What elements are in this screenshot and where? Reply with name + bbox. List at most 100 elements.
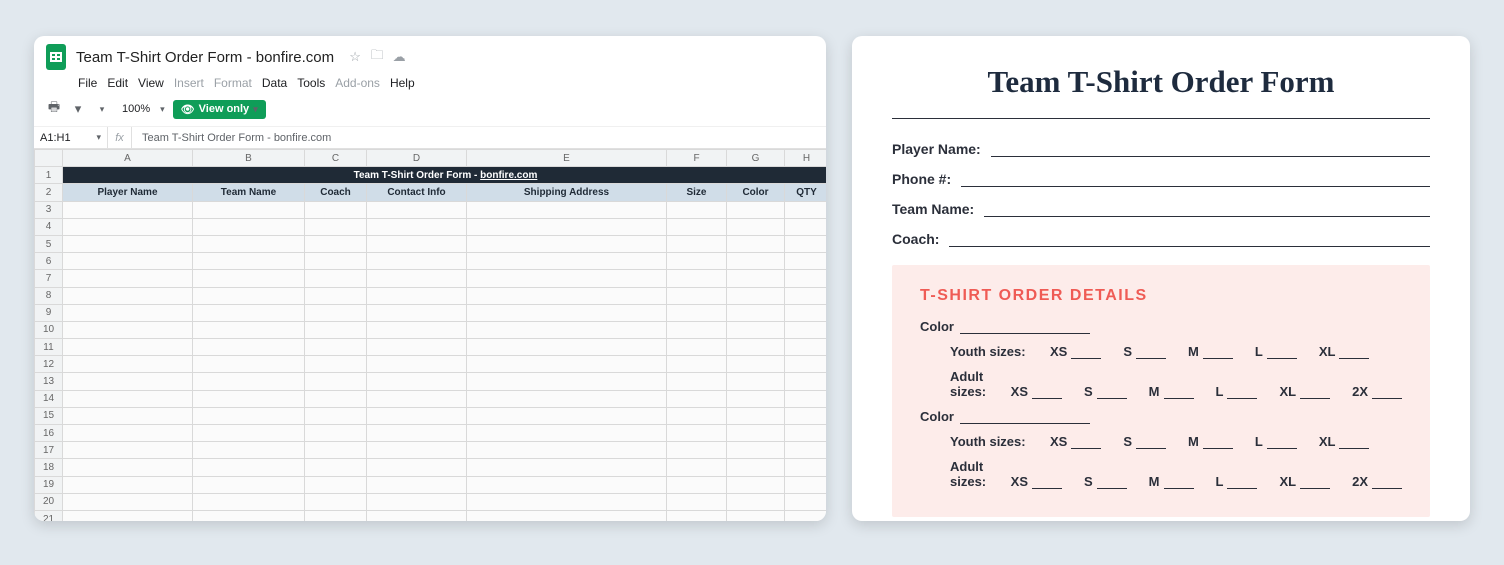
cell[interactable]: [305, 390, 367, 407]
cell[interactable]: [193, 356, 305, 373]
row-header-2[interactable]: 2: [35, 184, 63, 201]
cell[interactable]: [63, 235, 193, 252]
cell[interactable]: [667, 201, 727, 218]
cell[interactable]: [367, 287, 467, 304]
size-blank[interactable]: [1267, 347, 1297, 359]
cell[interactable]: [667, 356, 727, 373]
cell[interactable]: [785, 390, 827, 407]
size-blank[interactable]: [1032, 387, 1062, 399]
cell[interactable]: [193, 390, 305, 407]
menu-insert[interactable]: Insert: [174, 76, 204, 90]
row-header-13[interactable]: 13: [35, 373, 63, 390]
size-blank[interactable]: [1136, 347, 1166, 359]
star-icon[interactable]: ☆: [348, 50, 362, 64]
cell[interactable]: [467, 235, 667, 252]
print-icon[interactable]: 🖶: [46, 98, 62, 120]
col-header-E[interactable]: E: [467, 150, 667, 167]
column-header-7[interactable]: QTY: [785, 184, 827, 201]
row-header-10[interactable]: 10: [35, 321, 63, 338]
size-blank[interactable]: [1203, 347, 1233, 359]
cell[interactable]: [785, 493, 827, 510]
column-header-6[interactable]: Color: [727, 184, 785, 201]
field-line[interactable]: [961, 173, 1430, 187]
row-header-15[interactable]: 15: [35, 407, 63, 424]
cell[interactable]: [63, 373, 193, 390]
menu-file[interactable]: File: [78, 76, 97, 90]
cell[interactable]: [193, 459, 305, 476]
cell[interactable]: [785, 476, 827, 493]
cell[interactable]: [63, 218, 193, 235]
row-header-11[interactable]: 11: [35, 339, 63, 356]
cell[interactable]: [305, 442, 367, 459]
cell[interactable]: [63, 425, 193, 442]
col-header-B[interactable]: B: [193, 150, 305, 167]
menu-format[interactable]: Format: [214, 76, 252, 90]
size-blank[interactable]: [1071, 347, 1101, 359]
cell[interactable]: [63, 510, 193, 521]
cell[interactable]: [467, 459, 667, 476]
cell[interactable]: [667, 218, 727, 235]
size-blank[interactable]: [1372, 477, 1402, 489]
size-blank[interactable]: [1071, 437, 1101, 449]
cell[interactable]: [667, 425, 727, 442]
cell[interactable]: [305, 218, 367, 235]
cell[interactable]: [727, 493, 785, 510]
cell[interactable]: [467, 407, 667, 424]
cell[interactable]: [193, 442, 305, 459]
cell[interactable]: [467, 321, 667, 338]
cell[interactable]: [467, 425, 667, 442]
row-header-9[interactable]: 9: [35, 304, 63, 321]
cell[interactable]: [367, 304, 467, 321]
cell[interactable]: [367, 201, 467, 218]
cell[interactable]: [193, 510, 305, 521]
zoom-level[interactable]: 100%: [122, 103, 150, 115]
row-header-20[interactable]: 20: [35, 493, 63, 510]
cell[interactable]: [727, 235, 785, 252]
menu-tools[interactable]: Tools: [297, 76, 325, 90]
spreadsheet-grid[interactable]: ABCDEFGH1Team T-Shirt Order Form - bonfi…: [34, 149, 826, 521]
col-header-D[interactable]: D: [367, 150, 467, 167]
cell[interactable]: [367, 459, 467, 476]
size-blank[interactable]: [1227, 387, 1257, 399]
cell[interactable]: [467, 304, 667, 321]
cell[interactable]: [727, 304, 785, 321]
cell[interactable]: [63, 356, 193, 373]
column-header-5[interactable]: Size: [667, 184, 727, 201]
cell[interactable]: [367, 510, 467, 521]
cell[interactable]: [305, 373, 367, 390]
name-box-dropdown-icon[interactable]: ▾: [96, 132, 101, 143]
column-header-4[interactable]: Shipping Address: [467, 184, 667, 201]
cell[interactable]: [63, 321, 193, 338]
cell[interactable]: [367, 407, 467, 424]
cell[interactable]: [305, 510, 367, 521]
col-header-F[interactable]: F: [667, 150, 727, 167]
cell[interactable]: [467, 253, 667, 270]
cell[interactable]: [667, 235, 727, 252]
row-header-18[interactable]: 18: [35, 459, 63, 476]
cell[interactable]: [193, 476, 305, 493]
zoom-dropdown-icon[interactable]: ▾: [160, 104, 165, 115]
cell[interactable]: [785, 510, 827, 521]
cell[interactable]: [467, 287, 667, 304]
cell[interactable]: [667, 476, 727, 493]
cell[interactable]: [785, 253, 827, 270]
cell[interactable]: [467, 390, 667, 407]
cell[interactable]: [305, 287, 367, 304]
cell[interactable]: [467, 373, 667, 390]
cell[interactable]: [367, 321, 467, 338]
cell[interactable]: [667, 304, 727, 321]
cell[interactable]: [305, 321, 367, 338]
size-blank[interactable]: [1164, 477, 1194, 489]
cell[interactable]: [193, 304, 305, 321]
cell[interactable]: [785, 321, 827, 338]
cell[interactable]: [667, 373, 727, 390]
col-header-H[interactable]: H: [785, 150, 827, 167]
cell[interactable]: [193, 373, 305, 390]
cell[interactable]: [305, 253, 367, 270]
row-header-21[interactable]: 21: [35, 510, 63, 521]
row-header-5[interactable]: 5: [35, 235, 63, 252]
cell[interactable]: [367, 390, 467, 407]
cell[interactable]: [727, 442, 785, 459]
size-blank[interactable]: [1300, 387, 1330, 399]
cell[interactable]: [667, 321, 727, 338]
